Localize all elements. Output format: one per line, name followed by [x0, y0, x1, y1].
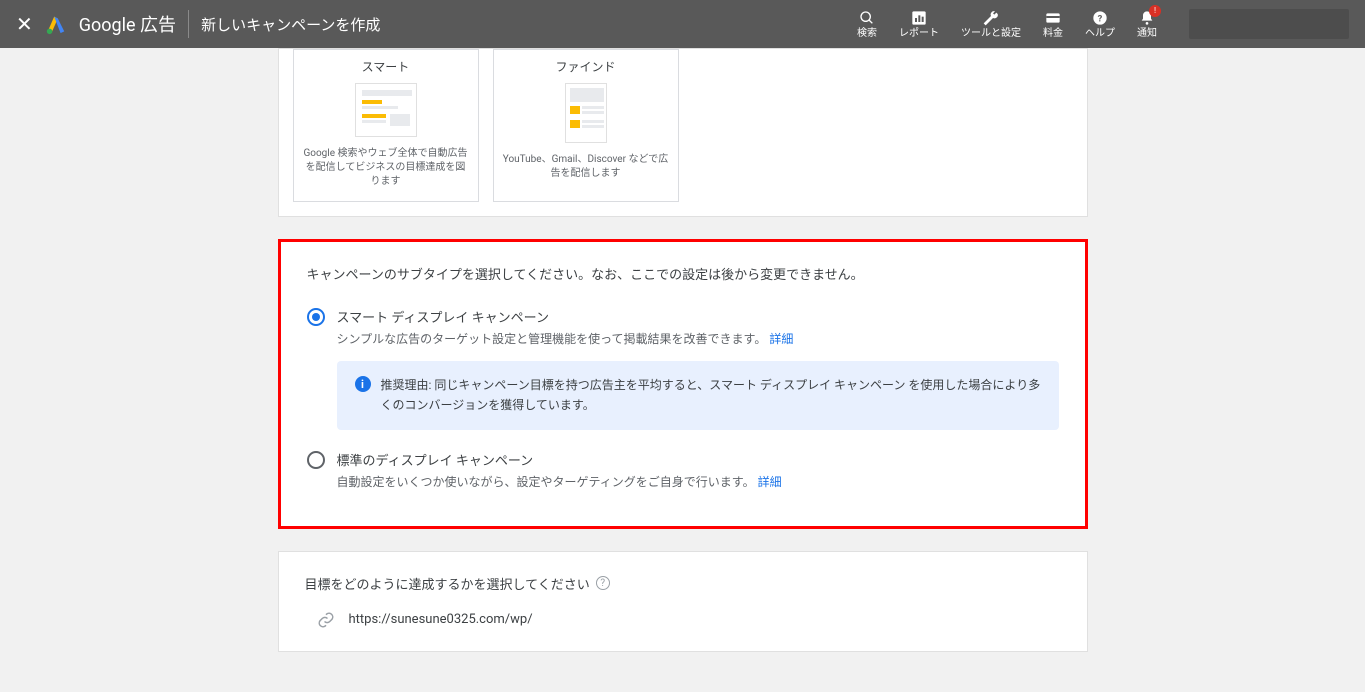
- campaign-types-panel: スマート Google 検索やウェブ全体で自動広告を配信してビジネスの目標達成を…: [278, 48, 1088, 217]
- vertical-divider: [188, 10, 189, 38]
- radio-label: スマート ディスプレイ キャンペーン: [337, 307, 1059, 326]
- subtype-panel: キャンペーンのサブタイプを選択してください。なお、ここでの設定は後から変更できま…: [278, 239, 1088, 529]
- subtype-smart-display[interactable]: スマート ディスプレイ キャンペーン シンプルな広告のターゲット設定と管理機能を…: [307, 307, 1059, 347]
- header-actions: 検索 レポート ツールと設定 料金 ? ヘルプ ! 通知: [857, 9, 1349, 39]
- recommendation-text: 推奨理由: 同じキャンペーン目標を持つ広告主を平均すると、スマート ディスプレイ…: [381, 375, 1041, 416]
- radio-checked-icon[interactable]: [307, 308, 325, 326]
- type-title: ファインド: [502, 58, 670, 75]
- radio-unchecked-icon[interactable]: [307, 451, 325, 469]
- website-url: https://sunesune0325.com/wp/: [349, 612, 533, 627]
- info-icon: i: [355, 376, 371, 392]
- account-selector[interactable]: [1189, 9, 1349, 39]
- report-button[interactable]: レポート: [899, 9, 939, 39]
- billing-icon: [1045, 9, 1061, 27]
- find-thumb-icon: [565, 83, 607, 143]
- page-title: 新しいキャンペーンを作成: [201, 14, 380, 35]
- help-tooltip-icon[interactable]: ?: [596, 576, 610, 590]
- radio-label: 標準のディスプレイ キャンペーン: [337, 450, 1059, 469]
- smart-thumb-icon: [355, 83, 417, 137]
- subtype-standard-display[interactable]: 標準のディスプレイ キャンペーン 自動設定をいくつか使いながら、設定やターゲティ…: [307, 450, 1059, 490]
- goal-heading: 目標をどのように達成するかを選択してください: [305, 574, 590, 593]
- website-url-row[interactable]: https://sunesune0325.com/wp/: [305, 611, 1061, 629]
- tools-button[interactable]: ツールと設定: [961, 9, 1021, 39]
- type-desc: YouTube、Gmail、Discover などで広告を配信します: [502, 153, 670, 181]
- app-header: ✕ Google 広告 新しいキャンペーンを作成 検索 レポート ツールと設定 …: [0, 0, 1365, 48]
- recommendation-box: i 推奨理由: 同じキャンペーン目標を持つ広告主を平均すると、スマート ディスプ…: [337, 361, 1059, 430]
- report-icon: [911, 9, 927, 27]
- type-desc: Google 検索やウェブ全体で自動広告を配信してビジネスの目標達成を図ります: [302, 147, 470, 189]
- svg-text:?: ?: [1098, 13, 1103, 24]
- search-icon: [859, 9, 875, 27]
- notifications-button[interactable]: ! 通知: [1137, 9, 1157, 39]
- help-button[interactable]: ? ヘルプ: [1085, 9, 1115, 39]
- billing-button[interactable]: 料金: [1043, 9, 1063, 39]
- brand-label: Google 広告: [79, 11, 176, 37]
- campaign-type-find[interactable]: ファインド YouTube、Gmail、Discover などで広告を配信します: [493, 49, 679, 202]
- bell-icon: !: [1139, 9, 1155, 27]
- type-title: スマート: [302, 58, 470, 75]
- wrench-icon: [983, 9, 999, 27]
- link-icon: [317, 611, 335, 629]
- notification-badge: !: [1149, 5, 1161, 17]
- detail-link[interactable]: 詳細: [758, 475, 782, 489]
- help-icon: ?: [1092, 9, 1108, 27]
- search-button[interactable]: 検索: [857, 9, 877, 39]
- subtype-heading: キャンペーンのサブタイプを選択してください。なお、ここでの設定は後から変更できま…: [307, 264, 1059, 283]
- campaign-type-smart[interactable]: スマート Google 検索やウェブ全体で自動広告を配信してビジネスの目標達成を…: [293, 49, 479, 202]
- goal-panel: 目標をどのように達成するかを選択してください ? https://sunesun…: [278, 551, 1088, 652]
- google-ads-logo-icon: [45, 13, 67, 35]
- close-icon[interactable]: ✕: [16, 12, 33, 36]
- detail-link[interactable]: 詳細: [769, 332, 793, 346]
